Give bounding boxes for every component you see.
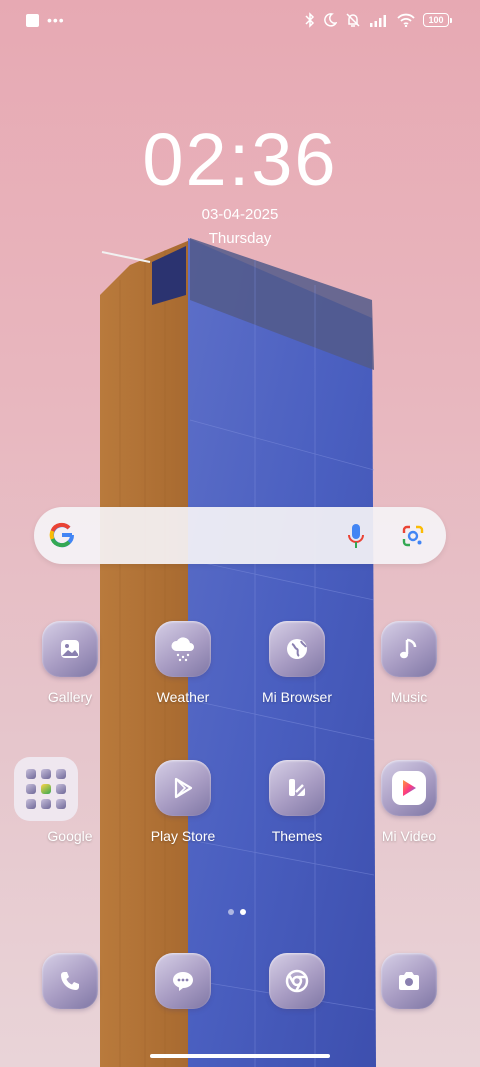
dock-phone[interactable]	[14, 953, 126, 1009]
notification-square-icon	[26, 14, 39, 27]
bell-off-icon	[346, 13, 360, 27]
camera-icon	[381, 953, 437, 1009]
video-play-icon	[381, 760, 437, 816]
app-mi-video[interactable]: Mi Video	[353, 760, 465, 844]
page-dot-active	[240, 909, 246, 915]
dock-chrome[interactable]	[241, 953, 353, 1009]
status-bar: ••• 100	[0, 0, 480, 44]
app-gallery[interactable]: Gallery	[14, 621, 126, 705]
music-note-icon	[381, 621, 437, 677]
clock-time[interactable]: 02:36	[0, 118, 480, 202]
page-indicator	[228, 909, 246, 915]
messages-icon	[155, 953, 211, 1009]
more-dots-icon: •••	[47, 12, 65, 28]
themes-icon	[269, 760, 325, 816]
app-weather[interactable]: Weather	[127, 621, 239, 705]
clock-day: Thursday	[208, 230, 272, 247]
play-store-icon	[155, 760, 211, 816]
globe-icon	[269, 621, 325, 677]
dock-camera[interactable]	[353, 953, 465, 1009]
dock-messages[interactable]	[127, 953, 239, 1009]
lockscreen-clock[interactable]: 02:36 03-04-2025 Thursday	[0, 118, 480, 248]
app-themes[interactable]: Themes	[241, 760, 353, 844]
weather-icon	[155, 621, 211, 677]
gallery-icon	[42, 621, 98, 677]
app-label: Gallery	[47, 689, 93, 705]
app-label: Mi Video	[381, 828, 437, 844]
folder-google[interactable]: Google	[14, 757, 126, 844]
wifi-icon	[397, 13, 415, 27]
google-search-bar[interactable]	[34, 507, 446, 564]
folder-icon	[14, 757, 78, 821]
app-label: Music	[390, 689, 428, 705]
home-gesture-bar[interactable]	[150, 1054, 330, 1058]
app-label: Weather	[156, 689, 210, 705]
page-dot	[228, 909, 234, 915]
app-play-store[interactable]: Play Store	[127, 760, 239, 844]
google-lens-icon[interactable]	[400, 523, 426, 549]
app-label: Themes	[271, 828, 323, 844]
moon-icon	[324, 13, 337, 27]
clock-date: 03-04-2025	[201, 206, 279, 223]
app-label: Play Store	[150, 828, 216, 844]
battery-level: 100	[423, 13, 449, 27]
app-mi-browser[interactable]: Mi Browser	[241, 621, 353, 705]
chrome-icon	[269, 953, 325, 1009]
google-logo-icon	[49, 522, 75, 548]
app-label: Google	[47, 828, 93, 844]
bluetooth-icon	[305, 12, 315, 28]
battery-icon: 100	[423, 13, 452, 27]
app-label: Mi Browser	[261, 689, 332, 705]
microphone-icon[interactable]	[346, 522, 366, 550]
signal-icon	[370, 15, 386, 27]
phone-icon	[42, 953, 98, 1009]
app-music[interactable]: Music	[353, 621, 465, 705]
